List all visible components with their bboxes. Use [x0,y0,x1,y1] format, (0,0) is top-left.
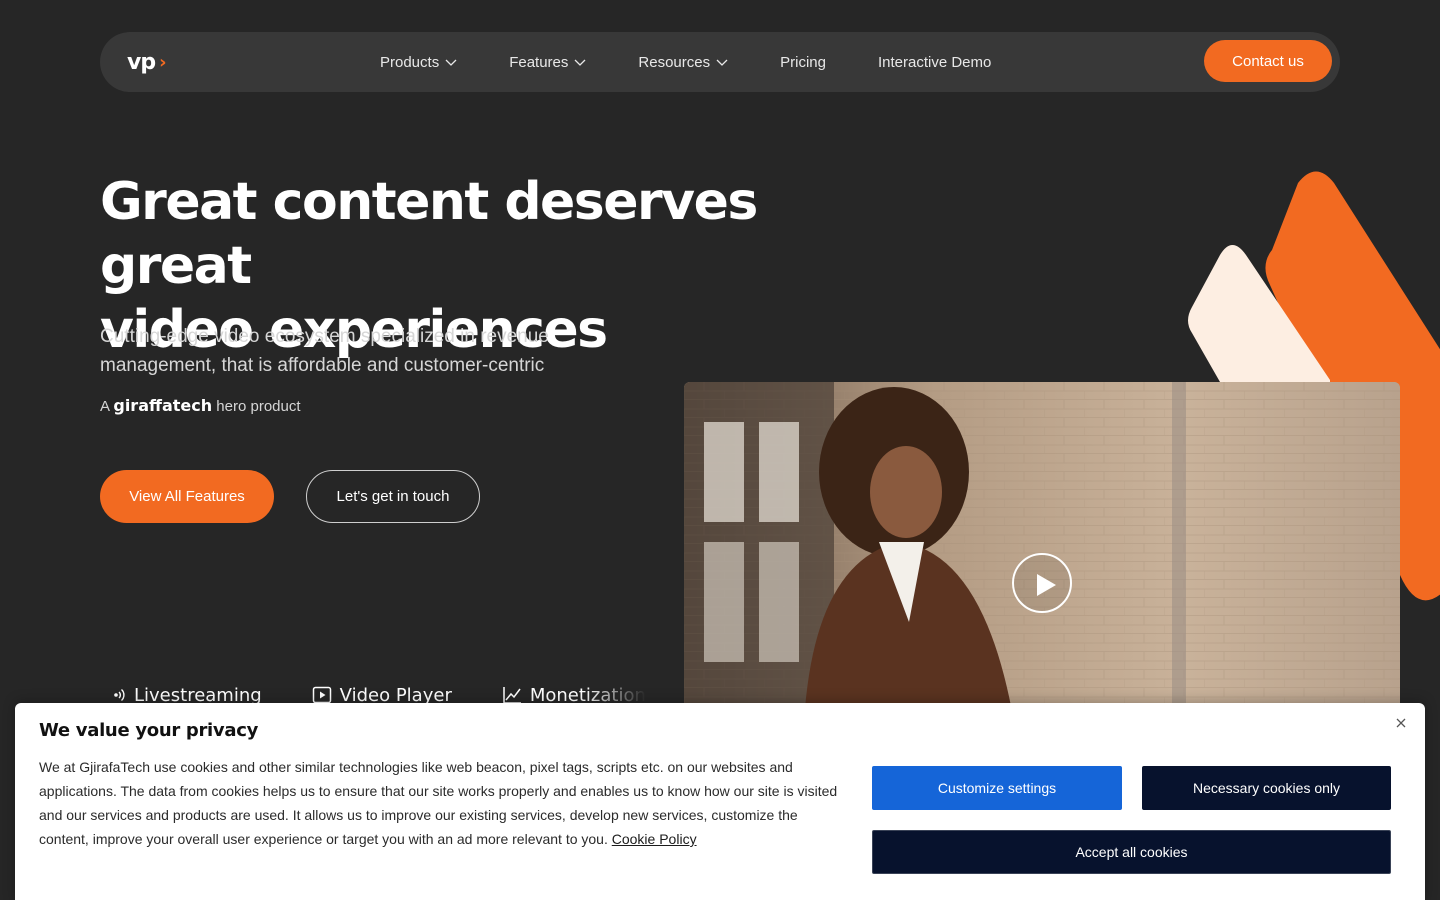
hero-brand-line: A giraffatech hero product [100,396,301,415]
necessary-cookies-button[interactable]: Necessary cookies only [1142,766,1391,810]
chevron-down-icon [574,59,586,66]
hero-title-line1: Great content deserves great [100,172,758,296]
play-icon [1037,574,1056,596]
chevron-down-icon [445,59,457,66]
cookie-consent-banner: We value your privacy We at GjirafaTech … [15,703,1425,900]
nav-item-products[interactable]: Products [380,54,457,71]
nav-item-label: Interactive Demo [877,53,992,71]
nav-item-pricing[interactable]: Pricing [780,54,826,71]
nav-item-resources[interactable]: Resources [638,54,728,71]
cookie-description: We at GjirafaTech use cookies and other … [39,755,839,851]
play-button[interactable] [1012,553,1072,613]
nav-item-label: Resources [638,53,711,71]
top-navbar: vp › Products Features Resources Pricing… [100,32,1340,92]
brand-suffix: hero product [216,398,301,415]
get-in-touch-button[interactable]: Let's get in touch [306,470,480,523]
chevron-down-icon [716,59,728,66]
nav-item-label: Pricing [780,53,826,71]
cookie-title: We value your privacy [39,720,258,741]
giraffatech-wordmark: giraffatech [113,396,213,415]
hero-subtitle: Cutting-edge video ecosystem specialized… [100,326,549,376]
contact-us-button[interactable]: Contact us [1204,40,1332,82]
nav-item-features[interactable]: Features [509,54,586,71]
nav-menu: Products Features Resources Pricing Inte… [380,32,1043,92]
line-chart-icon [503,687,521,704]
nav-item-label: Products [380,53,440,71]
cookie-policy-link[interactable]: Cookie Policy [612,831,697,847]
vp-logo[interactable]: vp › [127,48,167,76]
accept-all-cookies-button[interactable]: Accept all cookies [872,830,1391,874]
broadcast-icon [114,688,125,702]
logo-accent: › [159,51,166,73]
video-thumbnail [684,382,1400,722]
hero-video[interactable] [684,382,1400,722]
view-all-features-button[interactable]: View All Features [100,470,274,523]
nav-item-interactive-demo[interactable]: Interactive Demo [878,54,991,71]
logo-text: vp [127,49,156,75]
brand-prefix: A [100,398,110,415]
cookie-text-body: We at GjirafaTech use cookies and other … [39,759,838,847]
close-icon[interactable] [1391,713,1411,733]
customize-settings-button[interactable]: Customize settings [872,766,1122,810]
play-square-icon [312,686,331,704]
nav-item-label: Features [509,53,569,71]
